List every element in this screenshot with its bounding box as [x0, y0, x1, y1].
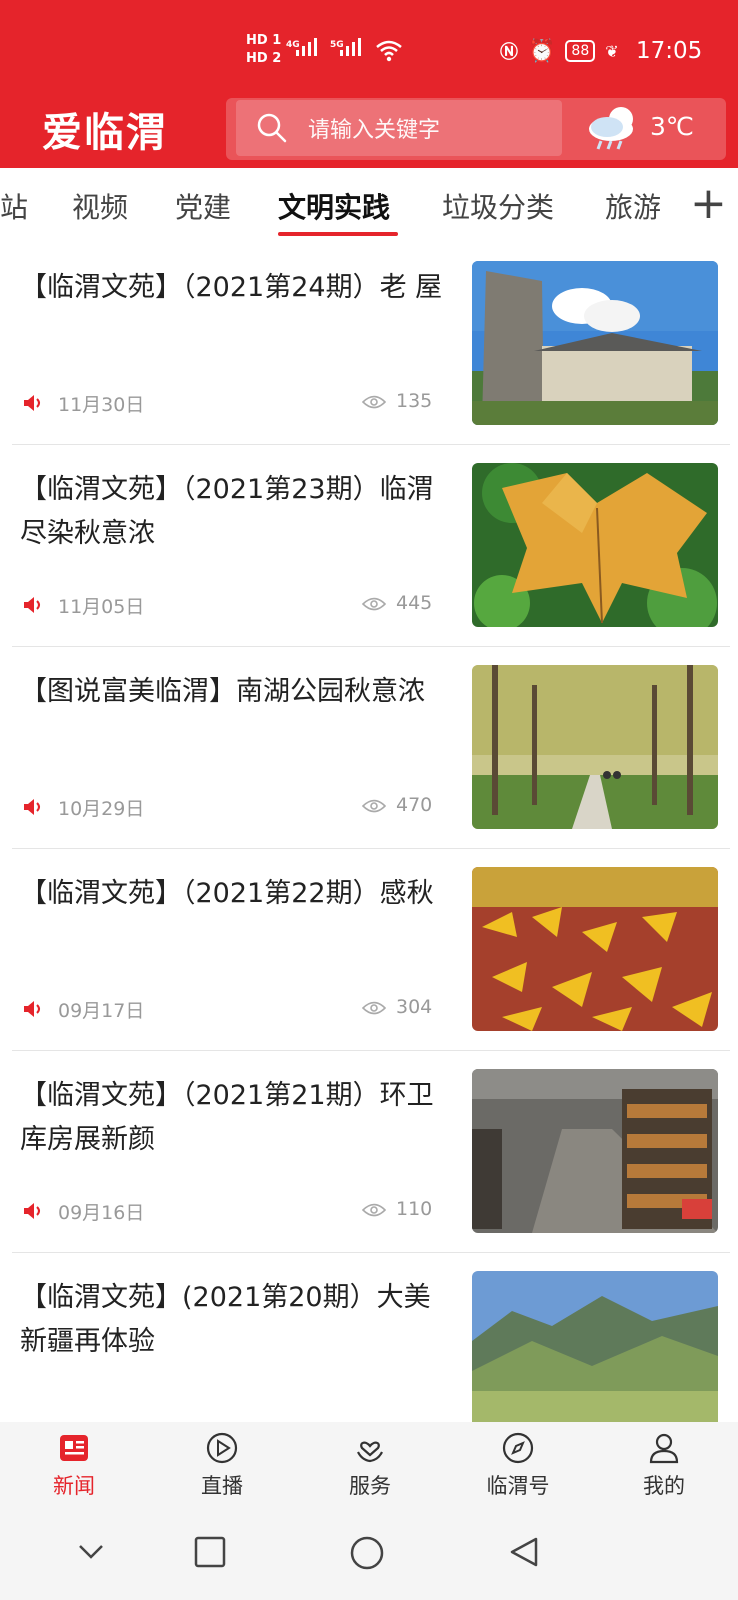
eye-icon [362, 1001, 386, 1015]
nav-news[interactable]: 新闻 [24, 1432, 124, 1500]
nav-live[interactable]: 直播 [172, 1432, 272, 1500]
status-bar: HD 1 HD 2 4G 5G Ⓝ ⏰ 88 ❦ 17:05 [0, 0, 738, 90]
article-thumbnail[interactable] [472, 867, 718, 1031]
divider [12, 444, 730, 445]
divider [12, 1050, 730, 1051]
hd2-label: HD 2 [246, 51, 282, 66]
nav-news-label[interactable]: 新闻 [24, 1470, 124, 1500]
article-thumbnail[interactable] [472, 1271, 718, 1435]
wifi-icon [376, 40, 402, 62]
divider [12, 646, 730, 647]
tab-civilization-practice[interactable]: 文明实践 [278, 186, 390, 226]
hd1-label: HD 1 [246, 33, 282, 48]
article-thumbnail[interactable] [472, 665, 718, 829]
tab-party[interactable]: 党建 [175, 186, 231, 226]
add-tab-icon[interactable]: + [690, 182, 727, 226]
article-date: 11月05日 [58, 596, 145, 618]
active-tab-indicator [278, 232, 398, 236]
nfc-icon: Ⓝ [500, 42, 518, 63]
divider [12, 848, 730, 849]
eye-icon [362, 395, 386, 409]
app-logo: 爱临渭 [42, 109, 168, 156]
bottom-navigation: 新闻 直播 服务 临渭号 我的 [0, 1422, 738, 1512]
recent-apps-icon[interactable] [194, 1536, 226, 1568]
eco-leaf-icon: ❦ [605, 41, 619, 61]
speaker-icon[interactable] [22, 1000, 44, 1018]
article-thumbnail[interactable] [472, 261, 718, 425]
article-thumbnail[interactable] [472, 1069, 718, 1233]
view-count: 445 [396, 592, 433, 614]
article-date: 11月30日 [58, 394, 145, 416]
compass-icon[interactable] [502, 1432, 534, 1464]
signal-icon [340, 38, 361, 56]
battery-icon: 88 [565, 40, 596, 62]
article-title[interactable]: 【临渭文苑】（2021第22期）感秋 [20, 872, 450, 916]
app-header: HD 1 HD 2 4G 5G Ⓝ ⏰ 88 ❦ 17:05 爱临渭 请输入关键 [0, 0, 738, 168]
eye-icon [362, 799, 386, 813]
home-icon[interactable] [350, 1536, 384, 1570]
nav-linwei-account-label[interactable]: 临渭号 [468, 1470, 568, 1500]
back-icon[interactable] [508, 1536, 540, 1568]
news-icon[interactable] [58, 1432, 90, 1464]
view-count: 110 [396, 1198, 433, 1220]
article-title[interactable]: 【图说富美临渭】南湖公园秋意浓 [20, 670, 450, 714]
tab-travel[interactable]: 旅游 [605, 186, 661, 226]
article-title[interactable]: 【临渭文苑】（2021第21期）环卫库房展新颜 [20, 1074, 450, 1162]
play-icon[interactable] [206, 1432, 238, 1464]
search-icon[interactable] [256, 112, 288, 144]
hd-indicator: HD 1 HD 2 [246, 32, 281, 68]
eye-icon [362, 1203, 386, 1217]
service-icon[interactable] [354, 1432, 386, 1464]
eye-icon [362, 597, 386, 611]
nav-service[interactable]: 服务 [320, 1432, 420, 1500]
alarm-icon: ⏰ [528, 38, 556, 64]
article-title[interactable]: 【临渭文苑】（2021第23期）临渭尽染秋意浓 [20, 468, 450, 556]
speaker-icon[interactable] [22, 596, 44, 614]
status-icons: Ⓝ ⏰ 88 ❦ [500, 38, 619, 64]
speaker-icon[interactable] [22, 798, 44, 816]
nav-service-label[interactable]: 服务 [320, 1470, 420, 1500]
nav-mine[interactable]: 我的 [614, 1432, 714, 1500]
article-date: 09月16日 [58, 1202, 145, 1224]
temperature: 3℃ [650, 112, 694, 141]
chevron-down-icon[interactable] [76, 1536, 106, 1566]
nav-linwei-account[interactable]: 临渭号 [468, 1432, 568, 1500]
article-title[interactable]: 【临渭文苑】（2021第24期）老 屋 [20, 266, 450, 310]
speaker-icon[interactable] [22, 394, 44, 412]
divider [12, 1252, 730, 1253]
nav-mine-label[interactable]: 我的 [614, 1470, 714, 1500]
article-date: 10月29日 [58, 798, 145, 820]
signal-icon [296, 38, 317, 56]
weather-rain-icon [589, 107, 633, 150]
tab-garbage-sorting[interactable]: 垃圾分类 [442, 186, 554, 226]
view-count: 135 [396, 390, 433, 412]
article-thumbnail[interactable] [472, 463, 718, 627]
speaker-icon[interactable] [22, 1202, 44, 1220]
category-tabs: 站 视频 党建 文明实践 垃圾分类 旅游 [0, 168, 738, 238]
user-icon[interactable] [648, 1432, 680, 1464]
nav-live-label[interactable]: 直播 [172, 1470, 272, 1500]
system-navigation-bar [0, 1512, 738, 1600]
view-count: 470 [396, 794, 433, 816]
tab-station[interactable]: 站 [0, 186, 28, 226]
article-title[interactable]: 【临渭文苑】(2021第20期）大美新疆再体验 [20, 1276, 450, 1364]
view-count: 304 [396, 996, 433, 1018]
search-placeholder[interactable]: 请输入关键字 [308, 112, 440, 144]
clock: 17:05 [636, 38, 703, 64]
tab-video[interactable]: 视频 [72, 186, 128, 226]
article-date: 09月17日 [58, 1000, 145, 1022]
